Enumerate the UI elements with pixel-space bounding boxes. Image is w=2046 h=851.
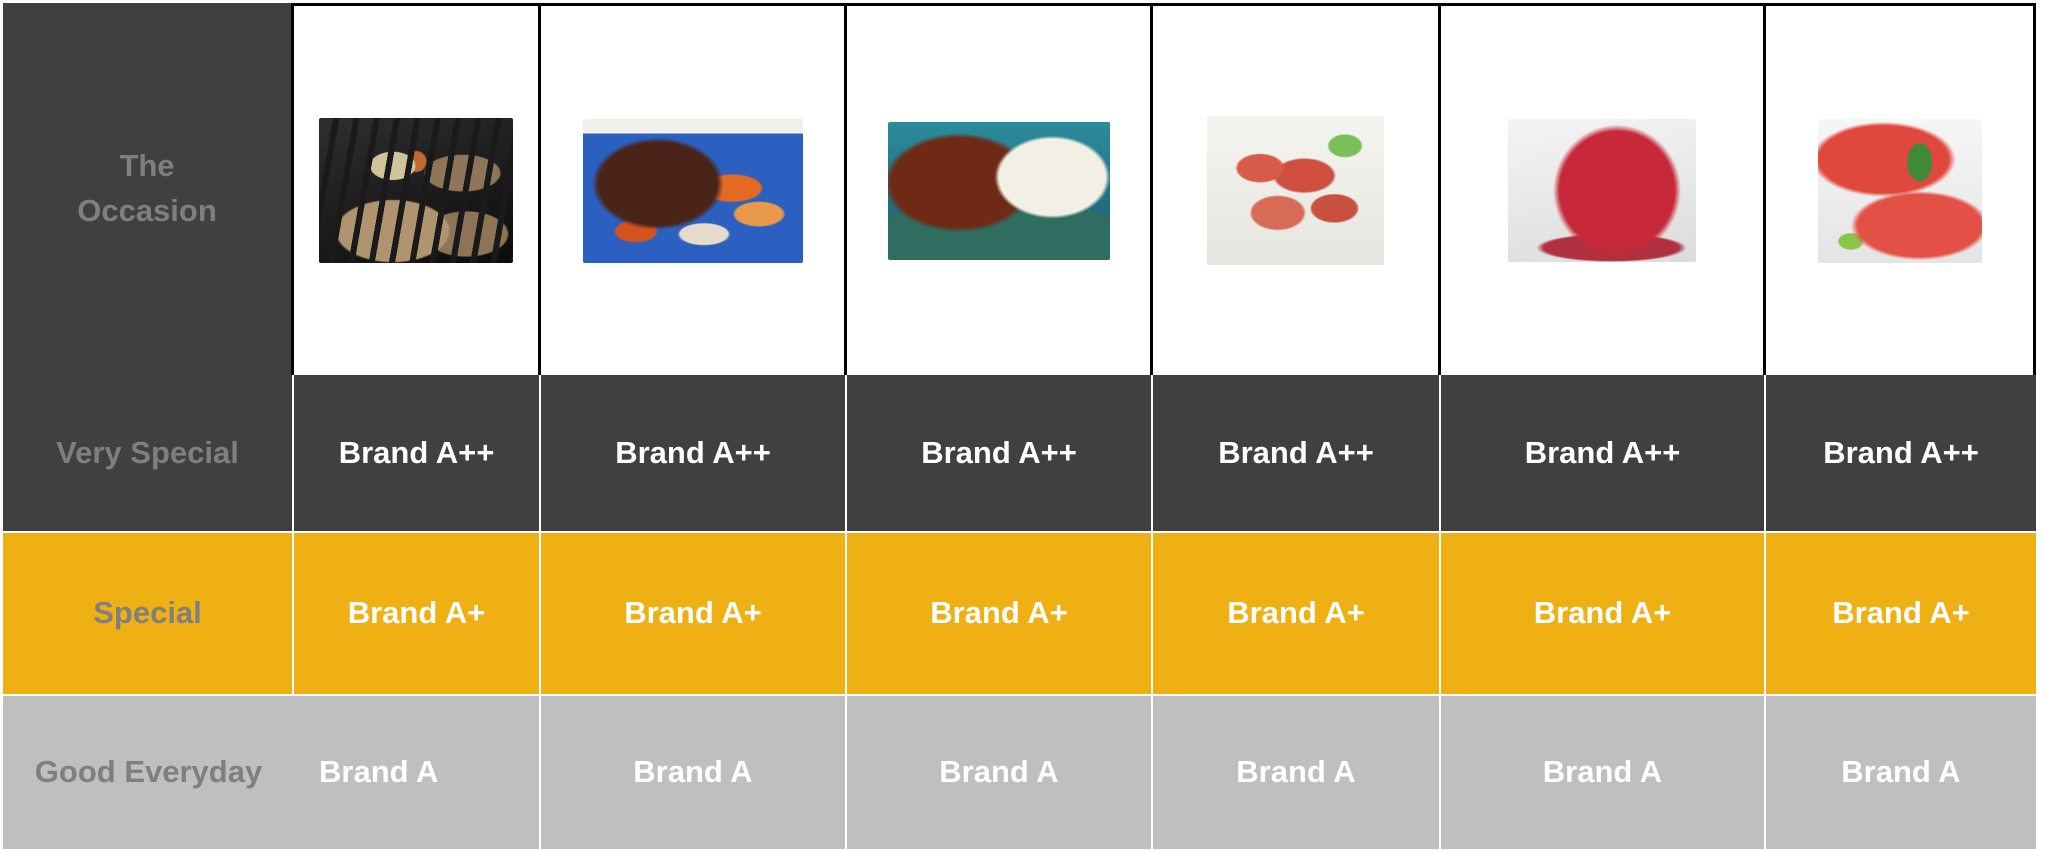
table-cell: Brand A xyxy=(1153,696,1441,851)
row-label-special: Special xyxy=(3,533,294,696)
sausages-image xyxy=(1207,116,1384,265)
occasion-brand-table: The Occasion Very Special Brand A++ Bran… xyxy=(3,3,2036,851)
table-cell: Brand A+ xyxy=(1766,533,2036,696)
row-label-good-everyday: Good Everyday xyxy=(3,696,294,851)
image-cell-3 xyxy=(847,3,1153,375)
beef-tartare-image xyxy=(1508,119,1696,262)
table-cell: Brand A++ xyxy=(541,375,847,533)
table-cell: Brand A xyxy=(541,696,847,851)
image-cell-2 xyxy=(541,3,847,375)
table-cell: Brand A++ xyxy=(847,375,1153,533)
grilled-steaks-image xyxy=(319,118,513,263)
roast-beef-vegetables-image xyxy=(582,118,803,263)
table-cell: Brand A xyxy=(1766,696,2036,851)
salmon-fillet-image xyxy=(1817,118,1982,263)
beef-stew-rice-image xyxy=(887,121,1110,260)
row-label-very-special: Very Special xyxy=(3,375,294,533)
table-cell: Brand A++ xyxy=(1153,375,1441,533)
occasion-header-cell: The Occasion xyxy=(3,3,294,375)
table-cell: Brand A++ xyxy=(294,375,541,533)
table-cell: Brand A xyxy=(847,696,1153,851)
table-cell: Brand A++ xyxy=(1441,375,1766,533)
image-cell-5 xyxy=(1441,3,1766,375)
table-cell: Brand A+ xyxy=(1153,533,1441,696)
occasion-header-line1: The xyxy=(119,148,175,184)
table-cell: Brand A++ xyxy=(1766,375,2036,533)
table-cell: Brand A+ xyxy=(541,533,847,696)
table-cell: Brand A+ xyxy=(1441,533,1766,696)
table-cell: Brand A+ xyxy=(294,533,541,696)
image-cell-6 xyxy=(1766,3,2036,375)
table-cell: Brand A+ xyxy=(847,533,1153,696)
image-cell-4 xyxy=(1153,3,1441,375)
occasion-header-label: The Occasion xyxy=(77,144,217,234)
table-cell: Brand A xyxy=(1441,696,1766,851)
occasion-header-line2: Occasion xyxy=(77,193,217,228)
table-cell: Brand A xyxy=(294,696,541,851)
image-cell-1 xyxy=(294,3,541,375)
